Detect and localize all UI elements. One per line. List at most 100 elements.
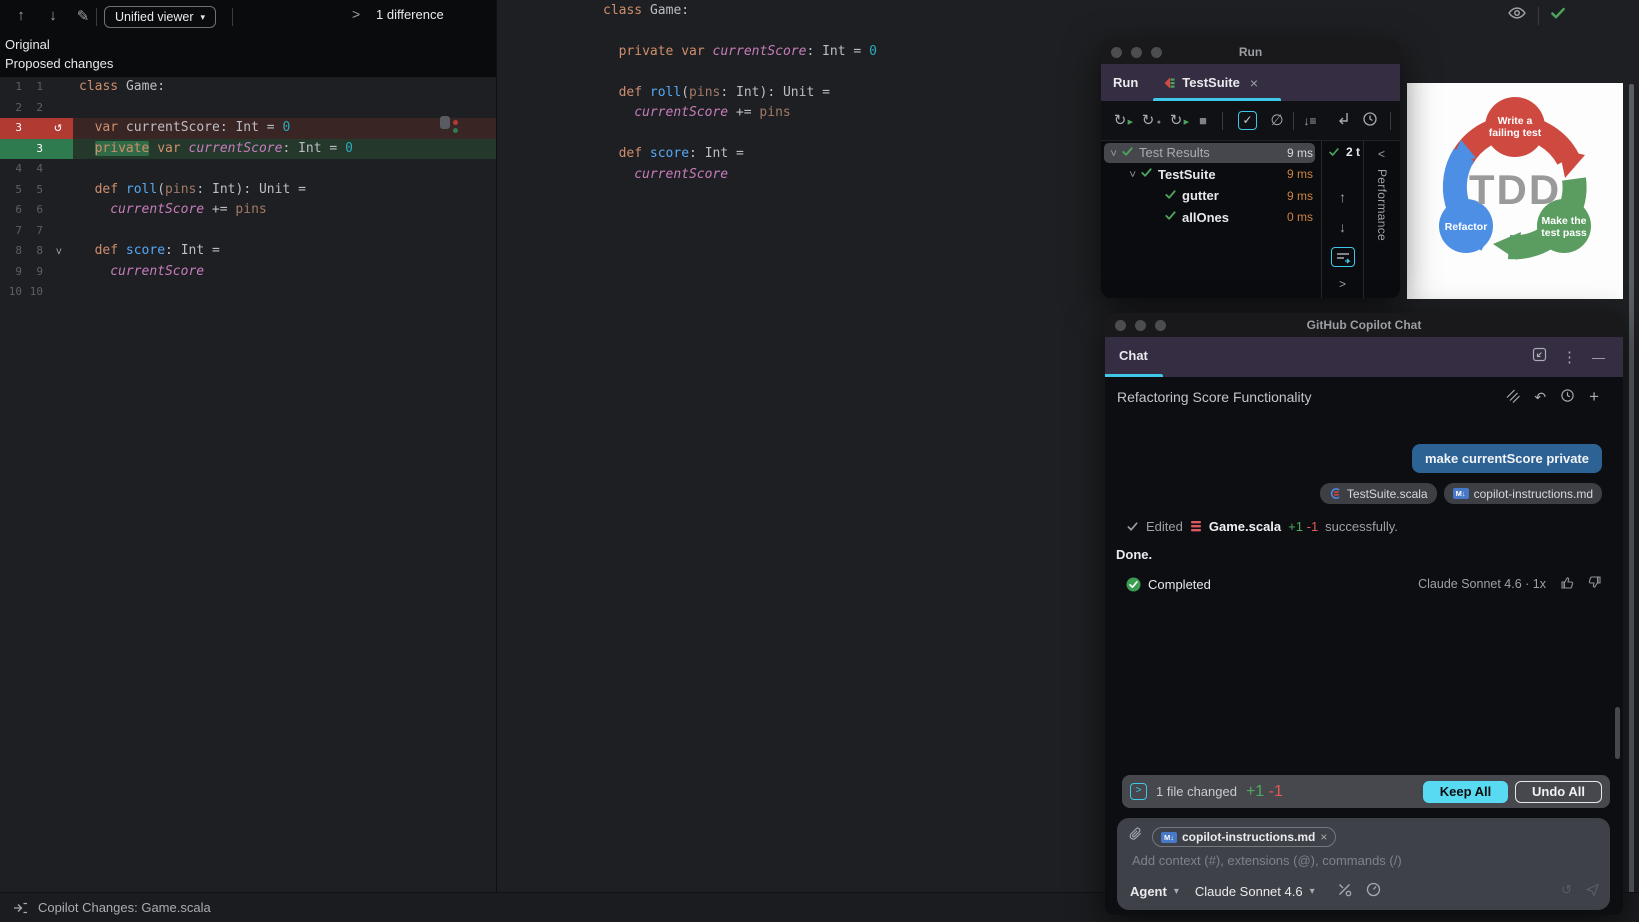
test-name: gutter <box>1182 188 1219 204</box>
diff-line: 3 ↺ var currentScore: Int = 0 <box>0 118 496 139</box>
fold-chevron-icon[interactable]: > <box>48 243 69 259</box>
completed-icon <box>1126 577 1141 591</box>
chat-window-titlebar[interactable]: GitHub Copilot Chat <box>1105 313 1623 337</box>
zoom-window-button[interactable] <box>1155 320 1166 331</box>
expand-changes-icon[interactable]: > <box>1130 783 1147 800</box>
tdd-red-arrow <box>1559 149 1585 178</box>
chat-scrollbar-thumb[interactable] <box>1615 707 1620 759</box>
tools-icon[interactable] <box>1337 882 1352 900</box>
diff-line: 77 <box>15 223 43 237</box>
passed-check-icon <box>1329 148 1339 156</box>
more-options-icon[interactable]: ⋮ <box>1562 348 1577 366</box>
remove-chip-icon[interactable]: × <box>1320 830 1327 844</box>
markdown-icon: M↓ <box>1452 488 1469 499</box>
chevron-down-icon[interactable]: > <box>1126 166 1138 182</box>
minimize-window-button[interactable] <box>1135 320 1146 331</box>
attachment-chip[interactable]: M↓ copilot-instructions.md <box>1443 483 1602 504</box>
test-duration: 9 ms <box>1286 188 1313 203</box>
navigate-icon[interactable] <box>1332 111 1352 131</box>
send-message-icon[interactable] <box>1585 882 1600 900</box>
test-tree-row[interactable]: > TestSuite 9 ms <box>1101 164 1321 186</box>
editor-line: currentScore <box>634 166 729 182</box>
editor-line: currentScore += pins <box>634 105 791 120</box>
tab-performance[interactable]: Performance <box>1375 169 1389 241</box>
run-window-titlebar[interactable]: Run <box>1101 40 1400 64</box>
keep-all-button[interactable]: Keep All <box>1423 780 1508 803</box>
thumbs-up-icon[interactable] <box>1560 575 1575 593</box>
rerun-tests-icon[interactable]: ↻ ▶ <box>1110 111 1133 131</box>
chat-input-card[interactable]: M↓ copilot-instructions.md × Agent ▾ Cla… <box>1117 818 1610 910</box>
test-history-clock-icon[interactable] <box>1360 111 1380 131</box>
attach-context-paperclip-icon[interactable] <box>1128 827 1143 847</box>
divider <box>1222 112 1223 130</box>
rerun-failed-tests-icon[interactable]: ↻ ▶ <box>1166 111 1189 131</box>
previous-test-icon[interactable]: ↑ <box>1322 189 1363 205</box>
test-tree-row[interactable]: > Test Results 9 ms <box>1101 142 1321 164</box>
run-tool-window: Run Run TestSuite × ↻ ▶ ↻ ● ↻ ▶ ■ ✓ ∅ ↓≡… <box>1101 40 1400 298</box>
test-name: Test Results <box>1139 145 1210 161</box>
close-window-button[interactable] <box>1111 47 1122 58</box>
total-removed: -1 <box>1268 782 1283 800</box>
test-passed-icon <box>1165 211 1176 220</box>
edit-event-row[interactable]: Edited Game.scala +1 -1 successfully. <box>1126 519 1398 534</box>
chat-history-icon[interactable] <box>1560 388 1575 406</box>
edited-file-name[interactable]: Game.scala <box>1209 519 1281 534</box>
run-tab-bar: Run TestSuite × <box>1101 64 1400 101</box>
test-tree[interactable]: > Test Results 9 ms > TestSuite 9 ms gutter 9 m… <box>1101 142 1321 228</box>
tab-chat[interactable]: Chat <box>1119 337 1148 374</box>
reader-mode-eye-icon[interactable] <box>1506 4 1528 27</box>
dock-window-icon[interactable] <box>1532 347 1547 367</box>
usage-gauge-icon[interactable] <box>1366 882 1381 900</box>
next-test-icon[interactable]: ↓ <box>1322 219 1363 235</box>
close-window-button[interactable] <box>1115 320 1126 331</box>
thumbs-down-icon[interactable] <box>1587 575 1602 593</box>
rerun-icon[interactable]: ↻ ● <box>1138 111 1161 131</box>
minimize-window-button[interactable] <box>1131 47 1142 58</box>
conversation-thread-icon[interactable] <box>1505 388 1521 406</box>
tdd-step2-line1: Make the <box>1542 215 1587 227</box>
diff-line: 1 1 class Game: <box>15 79 166 94</box>
expand-chevron-icon[interactable]: > <box>1322 277 1363 291</box>
editor-code[interactable]: class Game: private var currentScore: Int… <box>603 1 877 186</box>
test-tree-row[interactable]: gutter 9 ms <box>1101 185 1321 207</box>
sort-tests-icon[interactable]: ↓≡ <box>1300 111 1320 131</box>
voice-input-icon[interactable]: ↺ <box>1561 882 1572 900</box>
chat-input[interactable] <box>1130 852 1570 869</box>
close-tab-icon[interactable]: × <box>1250 75 1258 91</box>
diff-code[interactable]: 1 1 class Game: 2 2 3 ↺ var currentScore: Int =… <box>0 77 496 303</box>
inspections-passed-icon[interactable] <box>1549 4 1567 27</box>
viewer-mode-dropdown[interactable]: Unified viewer ▾ <box>104 6 217 28</box>
attachment-chip-label: copilot-instructions.md <box>1473 486 1593 501</box>
test-tree-row[interactable]: allOnes 0 ms <box>1101 207 1321 229</box>
restore-checkpoint-icon[interactable]: ↶ <box>1534 389 1546 406</box>
context-chip[interactable]: M↓ copilot-instructions.md × <box>1152 827 1337 847</box>
mode-dropdown[interactable]: Agent <box>1130 884 1167 899</box>
editor-line: def score: Int = <box>618 146 744 161</box>
previous-difference-icon[interactable]: ↑ <box>10 7 32 24</box>
chevron-down-icon[interactable]: > <box>1107 145 1119 161</box>
edit-icon[interactable]: ✎ <box>72 7 94 25</box>
chat-tab-bar: Chat ⋮ — <box>1105 337 1623 377</box>
model-dropdown[interactable]: Claude Sonnet 4.6 <box>1195 884 1303 899</box>
lines-removed: -1 <box>1306 519 1319 534</box>
diff-scrollbar-thumb[interactable] <box>440 116 450 129</box>
zoom-window-button[interactable] <box>1151 47 1162 58</box>
editor-line: class Game: <box>603 2 690 18</box>
new-chat-icon[interactable]: + <box>1589 387 1599 407</box>
status-bar-text[interactable]: Copilot Changes: Game.scala <box>38 900 211 915</box>
show-passed-toggle-icon[interactable]: ✓ <box>1238 111 1257 130</box>
chevron-right-icon[interactable]: > <box>352 6 360 22</box>
editor-scrollbar[interactable] <box>1629 84 1634 912</box>
show-ignored-icon[interactable]: ∅ <box>1267 111 1287 131</box>
collapse-chevron-icon[interactable]: < <box>1378 147 1385 161</box>
undo-all-button[interactable]: Undo All <box>1515 780 1602 803</box>
attachment-chip[interactable]: TestSuite.scala <box>1319 483 1437 504</box>
revert-change-icon[interactable]: ↺ <box>54 120 62 135</box>
minimize-panel-icon[interactable]: — <box>1592 350 1605 365</box>
stop-icon[interactable]: ■ <box>1193 111 1213 131</box>
show-inline-statistics-icon[interactable] <box>1331 247 1355 267</box>
difference-count-label: 1 difference <box>376 7 444 22</box>
tab-testsuite[interactable]: TestSuite × <box>1162 75 1258 91</box>
next-difference-icon[interactable]: ↓ <box>42 7 64 24</box>
